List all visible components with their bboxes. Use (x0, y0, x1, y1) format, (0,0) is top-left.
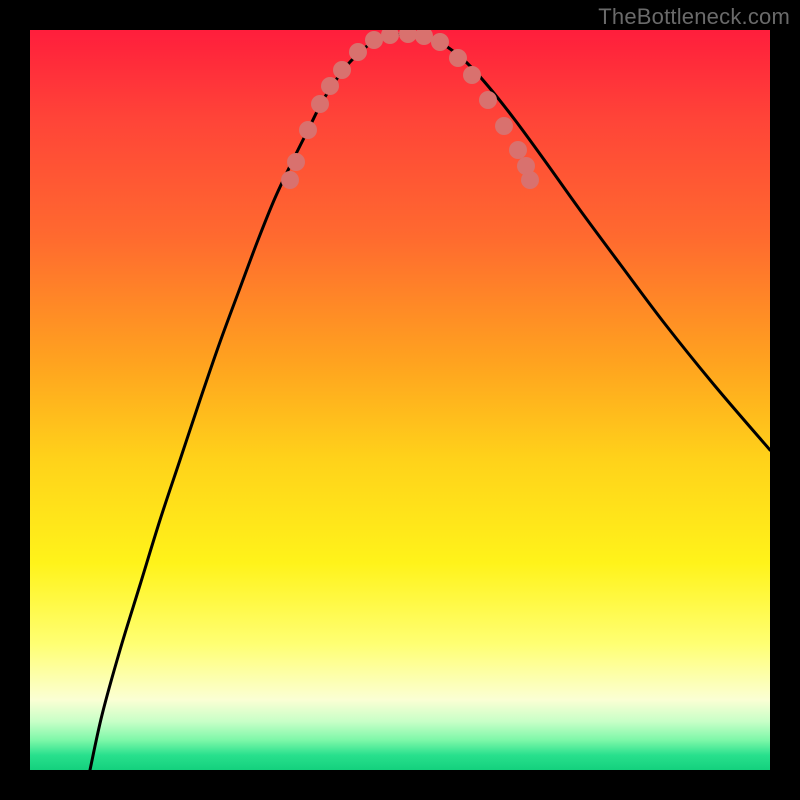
curve-marker (431, 33, 449, 51)
curve-marker (463, 66, 481, 84)
curve-marker (399, 30, 417, 43)
curve-marker (299, 121, 317, 139)
chart-frame: TheBottleneck.com (0, 0, 800, 800)
curve-marker (311, 95, 329, 113)
curve-marker (449, 49, 467, 67)
curve-marker (365, 31, 383, 49)
curve-marker (333, 61, 351, 79)
curve-marker (281, 171, 299, 189)
curve-marker (509, 141, 527, 159)
curve-marker (495, 117, 513, 135)
curve-marker (381, 30, 399, 44)
plot-area (30, 30, 770, 770)
curve-svg (30, 30, 770, 770)
curve-marker (479, 91, 497, 109)
curve-marker (321, 77, 339, 95)
curve-marker (349, 43, 367, 61)
curve-marker (415, 30, 433, 45)
bottleneck-curve (90, 34, 770, 770)
curve-marker (521, 171, 539, 189)
curve-marker (287, 153, 305, 171)
watermark-text: TheBottleneck.com (598, 4, 790, 30)
curve-markers (281, 30, 539, 189)
